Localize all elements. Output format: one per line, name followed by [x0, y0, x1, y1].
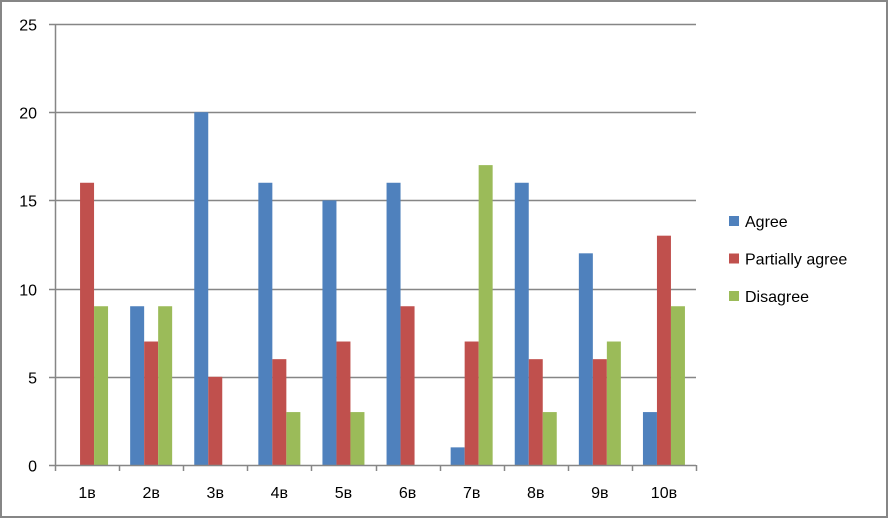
bar-disagree-5	[350, 412, 365, 465]
bar-partially-agree-8	[528, 359, 543, 465]
legend-label: Disagree	[745, 289, 809, 306]
bar-partially-agree-1	[80, 182, 95, 465]
bar-agree-8	[514, 182, 529, 465]
y-tick-label: 5	[28, 371, 37, 388]
x-tick-label: 7в	[463, 485, 480, 502]
bar-disagree-8	[542, 412, 557, 465]
bar-disagree-10	[670, 306, 685, 465]
bar-partially-agree-4	[272, 359, 287, 465]
bar-disagree-2	[158, 306, 173, 465]
bar-agree-10	[642, 412, 657, 465]
y-tick-label: 10	[19, 283, 37, 300]
legend-swatch-agree	[729, 216, 739, 226]
gridlines	[49, 23, 696, 379]
x-tick-label: 6в	[399, 485, 416, 502]
x-tick-label: 1в	[78, 485, 95, 502]
x-tick-label: 2в	[142, 485, 159, 502]
x-tick-label: 10в	[651, 485, 677, 502]
bar-partially-agree-5	[336, 341, 351, 465]
x-tick-label: 3в	[207, 485, 224, 502]
x-tick-label: 4в	[271, 485, 288, 502]
bar-agree-7	[450, 447, 465, 465]
bar-partially-agree-3	[208, 376, 223, 465]
bar-agree-4	[258, 182, 273, 465]
legend-swatch-disagree	[729, 291, 739, 301]
bar-partially-agree-9	[592, 359, 607, 465]
bar-partially-agree-2	[144, 341, 159, 465]
bar-agree-9	[578, 253, 593, 465]
x-tick-label: 8в	[527, 485, 544, 502]
bar-agree-2	[130, 306, 145, 465]
x-tick-label: 9в	[591, 485, 608, 502]
y-tick-label: 15	[19, 194, 37, 211]
bar-partially-agree-6	[400, 306, 415, 465]
bar-agree-3	[194, 112, 209, 465]
y-tick-label: 25	[19, 18, 37, 35]
bar-partially-agree-10	[656, 235, 671, 465]
legend: Agree Partially agree Disagree	[729, 214, 847, 306]
bar-agree-5	[322, 200, 337, 465]
bar-disagree-9	[606, 341, 621, 465]
legend-swatch-partially-agree	[729, 253, 739, 264]
bar-disagree-1	[94, 306, 109, 465]
bar-agree-6	[386, 182, 401, 465]
y-tick-label: 20	[19, 106, 37, 123]
y-tick-label: 0	[28, 459, 37, 476]
bar-disagree-7	[478, 165, 493, 465]
x-tick-labels: 1в 2в 3в 4в 5в 6в 7в 8в 9в 10в	[78, 485, 677, 502]
bars	[80, 112, 685, 465]
bar-partially-agree-7	[464, 341, 479, 465]
x-tick-label: 5в	[335, 485, 352, 502]
bar-disagree-4	[286, 412, 301, 465]
legend-label: Agree	[745, 214, 788, 231]
bar-chart: 0 5 10 15 20 25 1в 2в 3в 4в 5в 6в 7в 8в 9в 10в Agree Pa…	[19, 18, 847, 503]
y-tick-labels: 0 5 10 15 20 25	[19, 18, 37, 476]
legend-label: Partially agree	[745, 252, 847, 269]
